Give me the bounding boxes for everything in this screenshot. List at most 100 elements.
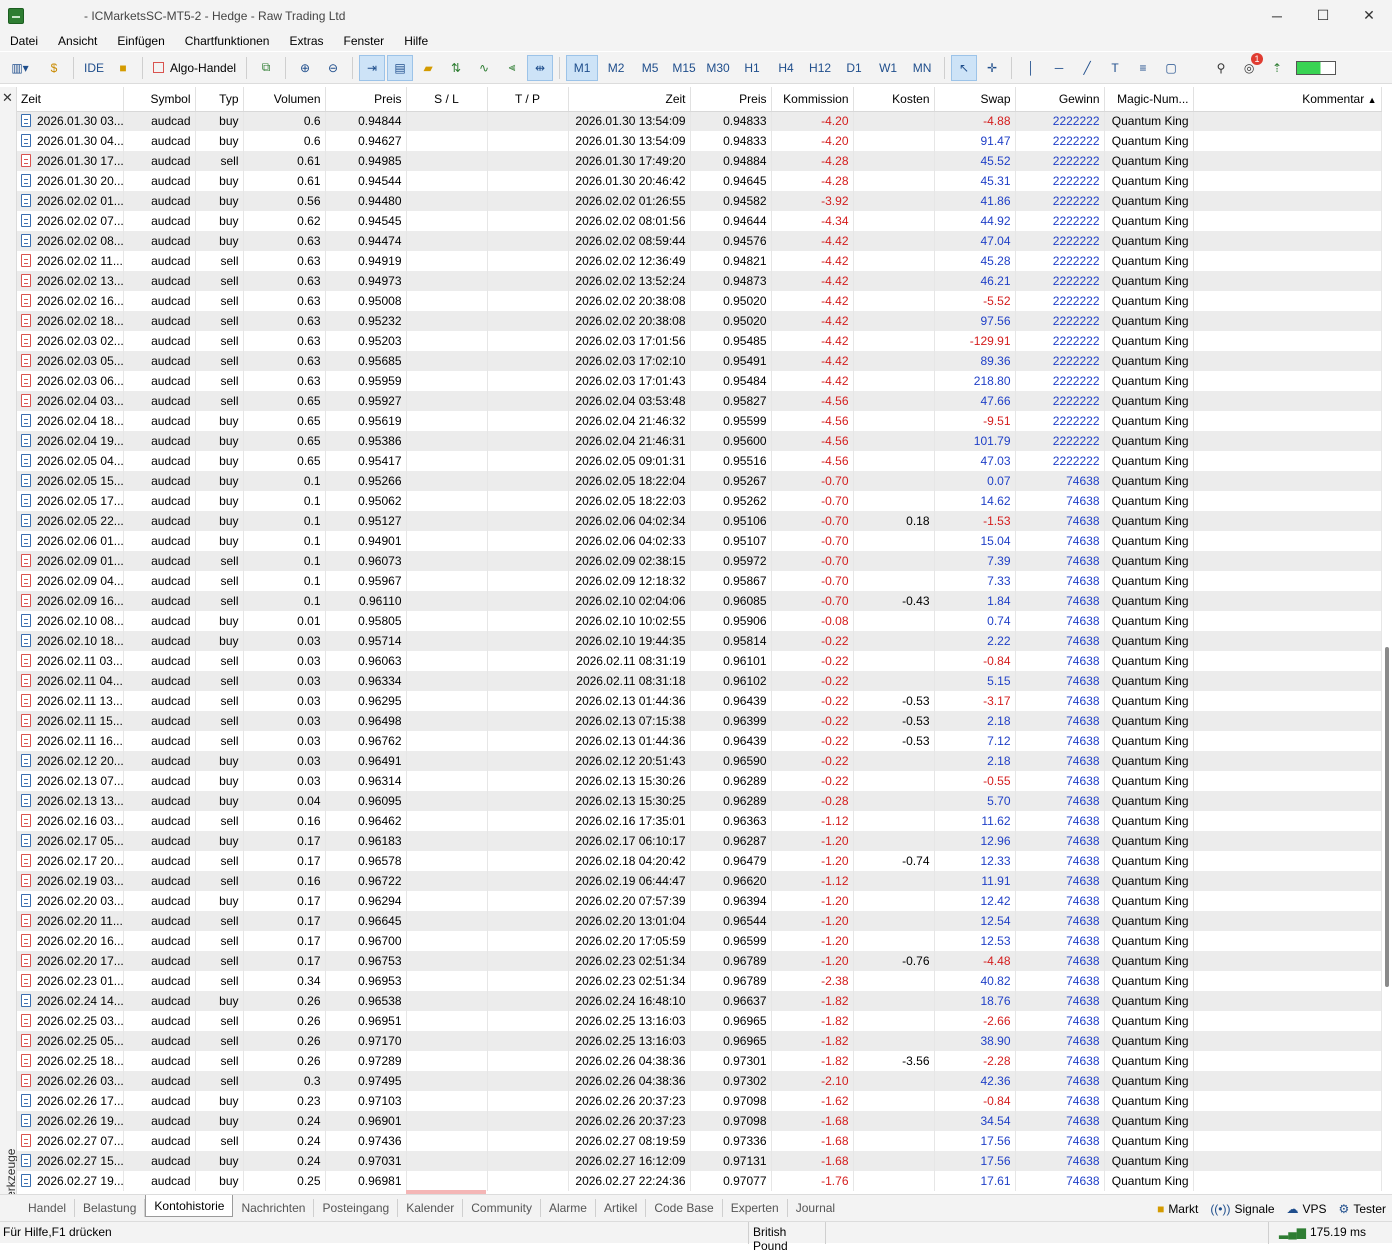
- shapes-icon[interactable]: ▢: [1158, 55, 1184, 81]
- menu-fenster[interactable]: Fenster: [334, 34, 395, 48]
- table-row[interactable]: 2026.02.20 16... audcad sell 0.17 0.96700 202…: [17, 931, 1382, 951]
- tab-journal[interactable]: Journal: [788, 1199, 843, 1217]
- notifications-icon[interactable]: ◎ 1: [1236, 52, 1264, 81]
- table-row[interactable]: 2026.02.26 17... audcad buy 0.23 0.97103 2026…: [17, 1091, 1382, 1111]
- vps-button[interactable]: ☁ VPS: [1287, 1202, 1327, 1216]
- table-row[interactable]: 2026.02.11 03... audcad sell 0.03 0.96063 202…: [17, 651, 1382, 671]
- header-magic[interactable]: Magic-Num...: [1104, 87, 1194, 112]
- table-row[interactable]: 2026.02.11 04... audcad sell 0.03 0.96334 202…: [17, 671, 1382, 691]
- tab-kontohistorie[interactable]: Kontohistorie: [145, 1195, 234, 1217]
- tab-posteingang[interactable]: Posteingang: [314, 1199, 399, 1217]
- tab-belastung[interactable]: Belastung: [75, 1199, 146, 1217]
- briefcase-icon[interactable]: ■: [110, 55, 136, 81]
- close-panel-icon[interactable]: ✕: [2, 90, 13, 106]
- table-row[interactable]: 2026.02.25 18... audcad sell 0.26 0.97289 202…: [17, 1051, 1382, 1071]
- table-row[interactable]: 2026.02.10 18... audcad buy 0.03 0.95714 2026…: [17, 631, 1382, 651]
- tab-community[interactable]: Community: [463, 1199, 541, 1217]
- header-preis[interactable]: Preis: [325, 87, 407, 112]
- close-icon[interactable]: ✕: [1346, 0, 1392, 31]
- menu-einfuegen[interactable]: Einfügen: [107, 34, 174, 48]
- table-row[interactable]: 2026.01.30 20... audcad buy 0.61 0.94544 2026…: [17, 171, 1382, 191]
- table-row[interactable]: 2026.02.13 13... audcad buy 0.04 0.96095 2026…: [17, 791, 1382, 811]
- table-row[interactable]: 2026.02.03 02... audcad sell 0.63 0.95203 202…: [17, 331, 1382, 351]
- table-row[interactable]: 2026.02.13 07... audcad buy 0.03 0.96314 2026…: [17, 771, 1382, 791]
- header-swap[interactable]: Swap: [934, 87, 1016, 112]
- tab-nachrichten[interactable]: Nachrichten: [233, 1199, 315, 1217]
- menu-ansicht[interactable]: Ansicht: [48, 34, 107, 48]
- header-close-preis[interactable]: Preis: [690, 87, 772, 112]
- text-tool-icon[interactable]: T: [1102, 55, 1128, 81]
- dollar-icon[interactable]: $: [41, 55, 67, 81]
- table-row[interactable]: 2026.02.02 07... audcad buy 0.62 0.94545 2026…: [17, 211, 1382, 231]
- table-row[interactable]: 2026.02.02 13... audcad sell 0.63 0.94973 202…: [17, 271, 1382, 291]
- ide-button[interactable]: IDE: [80, 55, 108, 81]
- algo-trading-button[interactable]: Algo-Handel: [149, 55, 240, 81]
- table-row[interactable]: 2026.02.27 15... audcad buy 0.24 0.97031 2026…: [17, 1151, 1382, 1171]
- table-row[interactable]: 2026.02.04 03... audcad sell 0.65 0.95927 202…: [17, 391, 1382, 411]
- search-icon[interactable]: ⚲: [1208, 55, 1234, 81]
- table-row[interactable]: 2026.02.02 11... audcad sell 0.63 0.94919 202…: [17, 251, 1382, 271]
- table-row[interactable]: 2026.02.02 08... audcad buy 0.63 0.94474 2026…: [17, 231, 1382, 251]
- tab-kalender[interactable]: Kalender: [398, 1199, 464, 1217]
- table-row[interactable]: 2026.02.02 18... audcad sell 0.63 0.95232 202…: [17, 311, 1382, 331]
- header-kommentar[interactable]: Kommentar ▲: [1193, 87, 1382, 112]
- timeframe-mn[interactable]: MN: [906, 55, 938, 81]
- table-row[interactable]: 2026.02.20 03... audcad buy 0.17 0.96294 2026…: [17, 891, 1382, 911]
- zoom-in-icon[interactable]: ⊕: [292, 55, 318, 81]
- chart-shift-icon[interactable]: ▤: [387, 54, 414, 81]
- table-row[interactable]: 2026.02.20 17... audcad sell 0.17 0.96753 202…: [17, 951, 1382, 971]
- header-kosten[interactable]: Kosten: [853, 87, 935, 112]
- table-row[interactable]: 2026.02.10 08... audcad buy 0.01 0.95805 2026…: [17, 611, 1382, 631]
- table-row[interactable]: 2026.02.25 05... audcad sell 0.26 0.97170 202…: [17, 1031, 1382, 1051]
- vertical-scrollbar[interactable]: [1385, 117, 1389, 1194]
- table-row[interactable]: 2026.02.11 16... audcad sell 0.03 0.96762 202…: [17, 731, 1382, 751]
- tab-alarme[interactable]: Alarme: [541, 1199, 596, 1217]
- tab-experten[interactable]: Experten: [723, 1199, 788, 1217]
- market-button[interactable]: ■ Markt: [1157, 1202, 1198, 1216]
- signals-button[interactable]: ((•)) Signale: [1210, 1202, 1274, 1216]
- table-row[interactable]: 2026.02.26 19... audcad buy 0.24 0.96901 2026…: [17, 1111, 1382, 1131]
- timeframe-m30[interactable]: M30: [702, 55, 734, 81]
- timeframe-h12[interactable]: H12: [804, 55, 836, 81]
- menu-hilfe[interactable]: Hilfe: [394, 34, 438, 48]
- table-row[interactable]: 2026.01.30 03... audcad buy 0.6 0.94844 2026.…: [17, 111, 1382, 131]
- table-row[interactable]: 2026.02.11 15... audcad sell 0.03 0.96498 202…: [17, 711, 1382, 731]
- table-row[interactable]: 2026.02.11 13... audcad sell 0.03 0.96295 202…: [17, 691, 1382, 711]
- table-row[interactable]: 2026.02.05 22... audcad buy 0.1 0.95127 2026.…: [17, 511, 1382, 531]
- table-row[interactable]: 2026.02.02 16... audcad sell 0.63 0.95008 202…: [17, 291, 1382, 311]
- table-row[interactable]: 2026.02.06 01... audcad buy 0.1 0.94901 2026.…: [17, 531, 1382, 551]
- table-row[interactable]: 2026.02.25 03... audcad sell 0.26 0.96951 202…: [17, 1011, 1382, 1031]
- table-row[interactable]: 2026.02.20 11... audcad sell 0.17 0.96645 202…: [17, 911, 1382, 931]
- header-typ[interactable]: Typ: [195, 87, 244, 112]
- table-row[interactable]: 2026.02.09 16... audcad sell 0.1 0.96110 2026…: [17, 591, 1382, 611]
- header-zeit[interactable]: Zeit: [17, 87, 124, 112]
- table-row[interactable]: 2026.02.17 05... audcad buy 0.17 0.96183 2026…: [17, 831, 1382, 851]
- cursor-icon[interactable]: ↖: [951, 54, 978, 81]
- header-volumen[interactable]: Volumen: [243, 87, 326, 112]
- table-row[interactable]: 2026.02.05 15... audcad buy 0.1 0.95266 2026.…: [17, 471, 1382, 491]
- table-row[interactable]: 2026.02.09 01... audcad sell 0.1 0.96073 2026…: [17, 551, 1382, 571]
- level-icon[interactable]: ⇡: [1264, 55, 1290, 81]
- maximize-icon[interactable]: ☐: [1300, 0, 1346, 31]
- table-row[interactable]: 2026.02.05 04... audcad buy 0.65 0.95417 2026…: [17, 451, 1382, 471]
- timeframe-m1[interactable]: M1: [566, 54, 599, 81]
- header-sl[interactable]: S / L: [406, 87, 488, 112]
- timeframe-m15[interactable]: M15: [668, 55, 700, 81]
- folder-icon[interactable]: ▰: [415, 55, 441, 81]
- timeframe-h1[interactable]: H1: [736, 55, 768, 81]
- table-row[interactable]: 2026.02.02 01... audcad buy 0.56 0.94480 2026…: [17, 191, 1382, 211]
- table-row[interactable]: 2026.02.23 01... audcad sell 0.34 0.96953 202…: [17, 971, 1382, 991]
- header-symbol[interactable]: Symbol: [123, 87, 196, 112]
- zoom-out-icon[interactable]: ⊖: [320, 55, 346, 81]
- table-row[interactable]: 2026.02.12 20... audcad buy 0.03 0.96491 2026…: [17, 751, 1382, 771]
- indicator-icon[interactable]: ∿: [471, 55, 497, 81]
- table-row[interactable]: 2026.02.27 19... audcad buy 0.25 0.96981 2026…: [17, 1171, 1382, 1191]
- menu-extras[interactable]: Extras: [279, 34, 333, 48]
- ping-display[interactable]: ▂▄▆ 175.19 ms: [1268, 1222, 1376, 1244]
- scroll-thumb[interactable]: [1385, 647, 1389, 987]
- timeframe-m5[interactable]: M5: [634, 55, 666, 81]
- table-row[interactable]: 2026.02.03 05... audcad sell 0.63 0.95685 202…: [17, 351, 1382, 371]
- header-tp[interactable]: T / P: [487, 87, 569, 112]
- horizontal-line-icon[interactable]: ─: [1046, 55, 1072, 81]
- header-kommission[interactable]: Kommission: [771, 87, 854, 112]
